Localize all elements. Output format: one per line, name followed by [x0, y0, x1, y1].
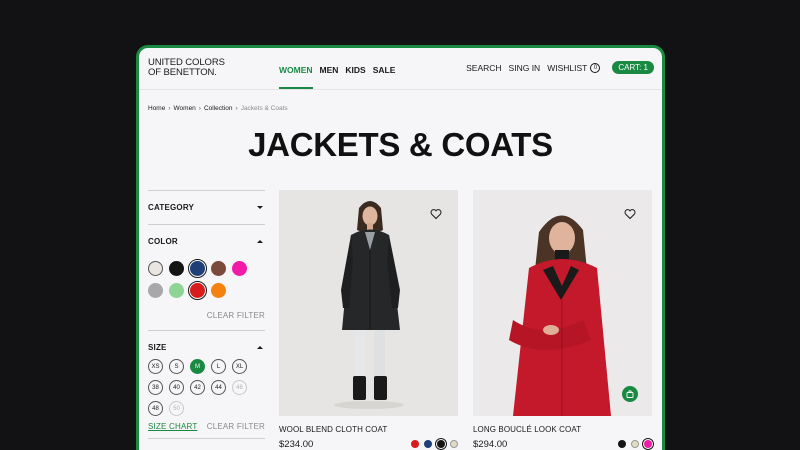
product-photo-woman-red-coat	[473, 190, 652, 416]
color-swatch[interactable]	[169, 283, 184, 298]
product-color-dot[interactable]	[435, 438, 447, 450]
clear-color-filter-button[interactable]: CLEAR FILTER	[207, 311, 265, 320]
breadcrumb-women[interactable]: Women	[174, 105, 196, 112]
browser-frame: UNITED COLORS OF BENETTON. WOMEN MEN KID…	[136, 45, 665, 450]
size-option[interactable]: XS	[148, 359, 163, 374]
chevron-right-icon: ›	[235, 105, 238, 112]
size-option[interactable]: 48	[148, 401, 163, 416]
color-swatch[interactable]	[211, 261, 226, 276]
product-color-options	[618, 438, 654, 450]
product-photo-woman-black-coat	[279, 190, 458, 416]
color-swatch[interactable]	[188, 281, 207, 300]
caret-up-icon	[257, 240, 263, 243]
color-swatch[interactable]	[148, 261, 163, 276]
caret-up-icon	[257, 346, 263, 349]
product-color-dot[interactable]	[618, 440, 626, 448]
color-swatch[interactable]	[188, 259, 207, 278]
product-image[interactable]	[279, 190, 458, 416]
size-filter-label: SIZE	[148, 343, 167, 352]
page-title: JACKETS & COATS	[248, 126, 553, 163]
search-link[interactable]: SEARCH	[466, 63, 501, 73]
size-option[interactable]: 38	[148, 380, 163, 395]
signin-link[interactable]: SING IN	[509, 63, 541, 73]
breadcrumb-home[interactable]: Home	[148, 105, 165, 112]
product-color-dot[interactable]	[411, 440, 419, 448]
size-option[interactable]: 44	[211, 380, 226, 395]
clear-size-filter-button[interactable]: CLEAR FILTER	[207, 422, 265, 431]
product-color-dot[interactable]	[450, 440, 458, 448]
divider	[148, 224, 265, 225]
heart-icon[interactable]	[430, 207, 442, 220]
size-option[interactable]: M	[190, 359, 205, 374]
site-header: UNITED COLORS OF BENETTON. WOMEN MEN KID…	[139, 48, 662, 90]
nav-kids[interactable]: KIDS	[345, 65, 365, 75]
header-actions: SEARCH SING IN WISHLIST 0 CART: 1	[466, 61, 654, 74]
cart-button[interactable]: CART: 1	[612, 61, 654, 74]
size-option[interactable]: XL	[232, 359, 247, 374]
divider	[148, 438, 265, 439]
nav-women[interactable]: WOMEN	[279, 65, 313, 89]
product-color-dot[interactable]	[424, 440, 432, 448]
product-price: $234.00	[279, 439, 314, 450]
color-swatch[interactable]	[211, 283, 226, 298]
category-filter-label: CATEGORY	[148, 203, 195, 212]
size-chart-link[interactable]: SIZE CHART	[148, 422, 197, 431]
product-price: $294.00	[473, 439, 508, 450]
shopping-bag-icon[interactable]	[622, 386, 638, 402]
wishlist-label: WISHLIST	[547, 62, 588, 73]
breadcrumb-current: Jackets & Coats	[240, 105, 288, 112]
product-image[interactable]	[473, 190, 652, 416]
size-option[interactable]: 42	[190, 380, 205, 395]
product-name[interactable]: WOOL BLEND CLOTH COAT	[279, 425, 387, 434]
color-swatch[interactable]	[232, 261, 247, 276]
main-nav: WOMEN MEN KIDS SALE	[279, 65, 396, 89]
product-name[interactable]: LONG BOUCLÉ LOOK COAT	[473, 425, 581, 434]
size-option[interactable]: 50	[169, 401, 184, 416]
logo-line-2: OF BENETTON.	[148, 67, 217, 78]
breadcrumb-collection[interactable]: Collection	[204, 105, 233, 112]
product-color-dot[interactable]	[631, 440, 639, 448]
color-swatch[interactable]	[148, 283, 163, 298]
divider	[148, 330, 265, 331]
size-option[interactable]: 40	[169, 380, 184, 395]
product-color-dot[interactable]	[642, 438, 654, 450]
wishlist-count: 0	[590, 62, 601, 73]
caret-down-icon	[257, 206, 263, 209]
heart-icon[interactable]	[624, 207, 636, 220]
size-option[interactable]: S	[169, 359, 184, 374]
wishlist-link[interactable]: WISHLIST 0	[547, 62, 601, 73]
chevron-right-icon: ›	[198, 105, 201, 112]
breadcrumb: Home › Women › Collection › Jackets & Co…	[148, 105, 288, 112]
brand-logo[interactable]: UNITED COLORS OF BENETTON.	[148, 58, 225, 78]
product-color-options	[411, 438, 458, 450]
chevron-right-icon: ›	[168, 105, 171, 112]
nav-men[interactable]: MEN	[320, 65, 339, 75]
divider	[148, 190, 265, 191]
size-option[interactable]: L	[211, 359, 226, 374]
size-option[interactable]: 46	[232, 380, 247, 395]
color-swatch[interactable]	[169, 261, 184, 276]
color-filter-label: COLOR	[148, 237, 178, 246]
nav-sale[interactable]: SALE	[373, 65, 396, 75]
